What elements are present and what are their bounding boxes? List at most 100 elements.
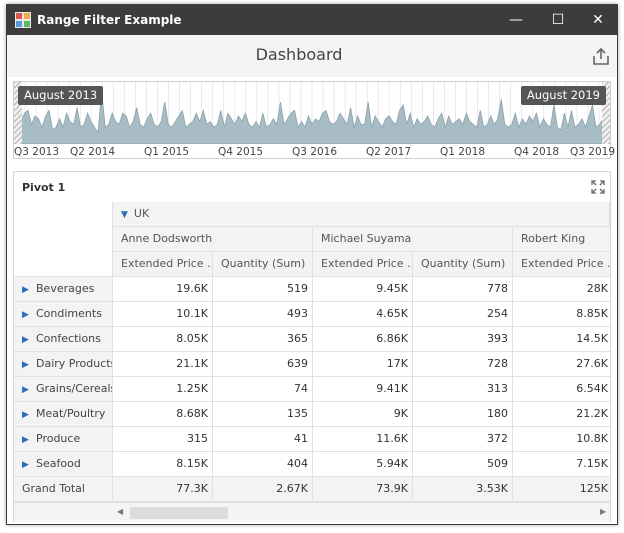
pivot-value-cell: 180 bbox=[413, 402, 513, 427]
range-tick-label: Q1 2015 bbox=[144, 146, 190, 158]
range-tick-label: Q4 2018 bbox=[514, 146, 560, 158]
minimize-button[interactable]: — bbox=[495, 5, 537, 35]
person-header[interactable]: Robert King bbox=[513, 227, 610, 252]
measure-header[interactable]: Extended Price ... bbox=[513, 252, 610, 277]
pivot-value-cell: 519 bbox=[213, 277, 313, 302]
title-bar[interactable]: Range Filter Example — ☐ ✕ bbox=[7, 5, 617, 35]
pivot-value-cell: 9.41K bbox=[313, 377, 413, 402]
scroll-left-icon[interactable]: ◀ bbox=[117, 507, 127, 519]
pivot-value-cell: 28K bbox=[513, 277, 610, 302]
pivot-corner bbox=[14, 202, 113, 277]
maximize-icon[interactable] bbox=[591, 180, 605, 194]
row-label: Grains/Cereals bbox=[36, 382, 113, 395]
pivot-title: Pivot 1 bbox=[22, 181, 66, 194]
chevron-right-icon[interactable]: ▶ bbox=[22, 428, 36, 451]
pivot-panel: Pivot 1 ▼ UK Anne Dodsworth Michael Suyama R… bbox=[13, 171, 611, 522]
range-end-label: August 2019 bbox=[520, 86, 606, 105]
chevron-right-icon[interactable]: ▶ bbox=[22, 453, 36, 476]
chevron-down-icon[interactable]: ▼ bbox=[121, 210, 128, 220]
pivot-value-cell: 9K bbox=[313, 402, 413, 427]
pivot-value-cell: 8.05K bbox=[113, 327, 213, 352]
pivot-value-cell: 404 bbox=[213, 452, 313, 477]
range-tick-label: Q2 2014 bbox=[70, 146, 116, 158]
row-header[interactable]: ▶ Seafood bbox=[14, 452, 113, 477]
range-tick-label: Q1 2018 bbox=[440, 146, 486, 158]
pivot-value-cell: 393 bbox=[413, 327, 513, 352]
maximize-window-button[interactable]: ☐ bbox=[537, 5, 579, 35]
grand-total-cell: 77.3K bbox=[113, 477, 213, 502]
column-group-header[interactable]: ▼ UK bbox=[113, 202, 610, 227]
scrollbar-thumb[interactable] bbox=[130, 507, 228, 519]
measure-header[interactable]: Extended Price ... bbox=[113, 252, 213, 277]
chevron-right-icon[interactable]: ▶ bbox=[22, 353, 36, 376]
pivot-value-cell: 8.85K bbox=[513, 302, 610, 327]
measure-header[interactable]: Quantity (Sum) bbox=[213, 252, 313, 277]
pivot-value-cell: 8.15K bbox=[113, 452, 213, 477]
range-filter[interactable]: August 2013 August 2019 Q3 2013 Q2 2014 Q1… bbox=[13, 81, 615, 159]
pivot-grid[interactable]: ▼ UK Anne Dodsworth Michael Suyama Robert Ki… bbox=[14, 202, 610, 502]
chevron-right-icon[interactable]: ▶ bbox=[22, 328, 36, 351]
pivot-value-cell: 254 bbox=[413, 302, 513, 327]
row-header[interactable]: ▶ Produce bbox=[14, 427, 113, 452]
pivot-value-cell: 372 bbox=[413, 427, 513, 452]
row-label: Dairy Products bbox=[36, 357, 113, 370]
range-tick-label: Q4 2015 bbox=[218, 146, 264, 158]
pivot-value-cell: 5.94K bbox=[313, 452, 413, 477]
close-button[interactable]: ✕ bbox=[577, 5, 617, 35]
measure-header[interactable]: Quantity (Sum) bbox=[413, 252, 513, 277]
row-header[interactable]: ▶ Grains/Cereals bbox=[14, 377, 113, 402]
grand-total-cell: 2.67K bbox=[213, 477, 313, 502]
pivot-value-cell: 313 bbox=[413, 377, 513, 402]
scroll-right-icon[interactable]: ▶ bbox=[600, 507, 610, 519]
pivot-value-cell: 10.1K bbox=[113, 302, 213, 327]
pivot-value-cell: 639 bbox=[213, 352, 313, 377]
chevron-right-icon[interactable]: ▶ bbox=[22, 378, 36, 401]
minimize-icon: — bbox=[509, 12, 523, 28]
row-header[interactable]: ▶ Meat/Poultry bbox=[14, 402, 113, 427]
grand-total-cell: 3.53K bbox=[413, 477, 513, 502]
app-window: Range Filter Example — ☐ ✕ Dashboard Aug… bbox=[6, 4, 618, 525]
pivot-value-cell: 14.5K bbox=[513, 327, 610, 352]
row-header[interactable]: ▶ Condiments bbox=[14, 302, 113, 327]
pivot-value-cell: 493 bbox=[213, 302, 313, 327]
app-grid-icon bbox=[15, 12, 31, 28]
range-tick-label: Q3 2016 bbox=[292, 146, 338, 158]
grand-total-cell: 73.9K bbox=[313, 477, 413, 502]
grand-total-header: Grand Total bbox=[14, 477, 113, 502]
range-tick-label: Q2 2017 bbox=[366, 146, 412, 158]
pivot-value-cell: 74 bbox=[213, 377, 313, 402]
pivot-value-cell: 315 bbox=[113, 427, 213, 452]
pivot-value-cell: 7.15K bbox=[513, 452, 610, 477]
pivot-value-cell: 17K bbox=[313, 352, 413, 377]
person-header[interactable]: Michael Suyama bbox=[313, 227, 513, 252]
row-header[interactable]: ▶ Beverages bbox=[14, 277, 113, 302]
dashboard-header: Dashboard bbox=[7, 35, 617, 77]
window-title: Range Filter Example bbox=[37, 13, 182, 27]
range-start-label: August 2013 bbox=[18, 86, 104, 105]
pivot-value-cell: 11.6K bbox=[313, 427, 413, 452]
chevron-right-icon[interactable]: ▶ bbox=[22, 303, 36, 326]
measure-header[interactable]: Extended Price ... bbox=[313, 252, 413, 277]
row-label: Meat/Poultry bbox=[36, 407, 106, 420]
grand-total-cell: 125K bbox=[513, 477, 610, 502]
pivot-value-cell: 21.2K bbox=[513, 402, 610, 427]
pivot-value-cell: 10.8K bbox=[513, 427, 610, 452]
dashboard-title: Dashboard bbox=[255, 45, 343, 64]
range-tick-label: Q3 2013 bbox=[14, 146, 60, 158]
row-header[interactable]: ▶ Dairy Products bbox=[14, 352, 113, 377]
chevron-right-icon[interactable]: ▶ bbox=[22, 403, 36, 426]
row-label: Beverages bbox=[36, 282, 95, 295]
export-icon[interactable] bbox=[591, 47, 611, 67]
maximize-window-icon: ☐ bbox=[551, 12, 565, 28]
pivot-value-cell: 8.68K bbox=[113, 402, 213, 427]
pivot-value-cell: 778 bbox=[413, 277, 513, 302]
pivot-value-cell: 135 bbox=[213, 402, 313, 427]
row-header[interactable]: ▶ Confections bbox=[14, 327, 113, 352]
horizontal-scrollbar[interactable]: ◀ ▶ bbox=[14, 502, 610, 522]
pivot-value-cell: 27.6K bbox=[513, 352, 610, 377]
pivot-value-cell: 21.1K bbox=[113, 352, 213, 377]
pivot-value-cell: 41 bbox=[213, 427, 313, 452]
chevron-right-icon[interactable]: ▶ bbox=[22, 278, 36, 301]
pivot-value-cell: 19.6K bbox=[113, 277, 213, 302]
person-header[interactable]: Anne Dodsworth bbox=[113, 227, 313, 252]
